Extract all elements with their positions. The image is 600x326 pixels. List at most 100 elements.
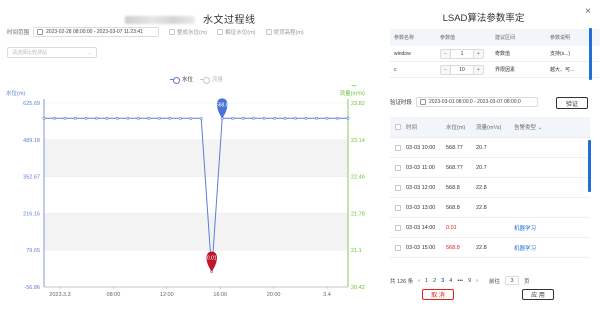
apply-button[interactable]: 应 用 [522,289,554,300]
data-point [189,116,193,120]
toggle-icon [351,85,357,87]
checkbox-box[interactable] [217,29,224,35]
checkbox-box[interactable] [169,29,176,35]
decrement-button[interactable]: − [441,65,451,74]
next-page-icon[interactable]: › [476,278,478,284]
checkbox-warning-level[interactable]: 整成水位(m) [169,28,207,36]
param-name: c [394,66,397,73]
data-point [147,116,151,120]
x-tick-label: 16:00 [213,292,227,298]
prev-page-icon[interactable]: ‹ [418,278,420,284]
row-checkbox[interactable] [395,244,401,251]
checkbox-box[interactable] [265,29,272,35]
increment-button[interactable]: + [473,49,483,58]
decrement-button[interactable]: − [441,49,451,58]
select-all-checkbox[interactable] [395,124,401,130]
legend-line-marker-icon [170,76,180,84]
param-name: window [394,50,411,57]
cancel-button[interactable]: 取 消 [422,289,454,300]
table-row[interactable]: 03-03 14:00 0.01 机器学习 [390,218,590,238]
left-tick-label: 79.65 [26,248,40,254]
data-point [252,116,256,120]
row-checkbox[interactable] [395,164,401,171]
cell-flow: 22.8 [476,204,487,211]
checkbox-guarantee-level[interactable]: 解征水位(m) [217,28,256,36]
pagination: 共 126 条 ‹ 1 2 3 4 ••• 9 › 前往 3 页 [390,276,530,285]
row-checkbox[interactable] [395,224,401,231]
grid-bands [44,139,348,251]
param-row-c: c − 10 + 界限因素 越大、可... [390,62,600,78]
cell-flow: 22.8 [476,184,487,191]
page-2[interactable]: 2 [433,278,436,284]
verify-range-value: 2023-03-01 08:00:0 - 2023-03-07 08:00:0 [429,99,521,105]
table-row[interactable]: 03-03 11:00 568.77 20.7 [390,158,590,178]
row-checkbox[interactable] [395,184,401,191]
checkbox-dike-elevation[interactable]: 堤顶高程(m) [265,28,304,36]
table-row[interactable]: 03-03 13:00 568.8 22.8 [390,198,590,218]
data-point [136,116,140,120]
row-checkbox[interactable] [395,144,401,151]
increment-button[interactable]: + [473,65,483,74]
data-point [95,116,98,120]
row-checkbox[interactable] [395,204,401,211]
data-point [325,116,329,120]
page-ellipsis[interactable]: ••• [457,278,463,284]
data-point [231,116,235,120]
header-param-range: 建议区间 [495,35,516,41]
legend-item-flow[interactable]: 流量 [200,75,223,84]
page-3[interactable]: 3 [441,278,444,284]
header-param-name: 参数名称 [394,35,415,41]
stepper-value[interactable]: 10 [451,67,473,73]
window-stepper[interactable]: − 1 + [440,48,484,59]
data-table-scrollbar[interactable] [588,140,591,192]
right-axis: 23.82 23.14 22.46 21.78 21.1 20.42 流量(m³/s) [340,85,365,291]
data-point [178,116,182,120]
right-tick-label: 21.78 [351,211,365,217]
page-title: 水文过程线 [125,11,256,26]
table-row[interactable]: 03-03 10:00 568.77 20.7 [390,138,590,158]
hydrograph-chart: 625.69 489.18 352.67 216.16 79.65 -56.86 水位(m)… [6,85,365,298]
cell-level: 568.77 [446,164,463,171]
right-tick-label: 23.82 [351,101,365,107]
close-icon[interactable]: × [585,6,591,17]
page-9[interactable]: 9 [468,278,471,284]
chevron-down-icon: ⌄ [87,49,92,56]
cell-time: 03-03 15:00 [406,244,436,251]
param-range: 奇数值 [495,51,511,57]
cell-level: 568.8 [446,204,460,211]
cell-time: 03-03 13:00 [406,204,436,211]
page-4[interactable]: 4 [449,278,452,284]
table-row[interactable]: 03-03 12:00 568.8 22.8 [390,178,590,198]
time-range-picker[interactable]: 2023-02-28 08:00:00 - 2023-03-07 11:23:4… [33,27,160,37]
param-desc: 越大、可... [550,67,575,73]
data-point [53,116,56,120]
verify-button[interactable]: 验证 [556,97,588,109]
c-stepper[interactable]: − 10 + [440,64,484,75]
table-row[interactable]: 03-03 15:00 568.8 22.8 机器学习 [390,238,590,258]
cell-flow: 20.7 [476,164,487,171]
page-1[interactable]: 1 [425,278,428,284]
right-tick-label: 23.14 [351,138,365,144]
goto-page-input[interactable]: 3 [505,276,520,285]
header-alarm-type[interactable]: 告警类型 ⌄ [514,123,574,131]
data-point [63,116,67,120]
data-point [74,116,77,120]
param-table: 参数名称 参数值 建议区间 参数说明 window − 1 + 奇数值 支持(s… [390,29,600,78]
right-tick-label: 22.46 [351,175,365,181]
data-point [336,116,339,120]
legend-line-marker-icon [200,76,211,84]
header-flow: 流量(m³/s) [476,125,502,131]
x-tick-label: 2023.3.3 [49,292,70,298]
left-tick-label: 216.16 [23,211,40,217]
header-time: 时间 [406,125,418,131]
station-select[interactable]: 请选择比较测站 ⌄ [7,47,97,58]
chart-legend: 水位 流量 [170,75,223,84]
data-point [294,116,297,120]
param-table-scrollbar[interactable] [589,28,592,80]
alarm-data-table: 时间 水位(m) 流量(m³/s) 告警类型 ⌄ 03-03 10:00 568.… [390,117,590,258]
verify-range-picker[interactable]: 2023-03-01 08:00:0 - 2023-03-07 08:00:0 [416,97,539,107]
data-point [84,116,88,120]
legend-item-level[interactable]: 水位 [170,75,193,84]
grid-band [44,213,348,251]
stepper-value[interactable]: 1 [451,51,473,57]
